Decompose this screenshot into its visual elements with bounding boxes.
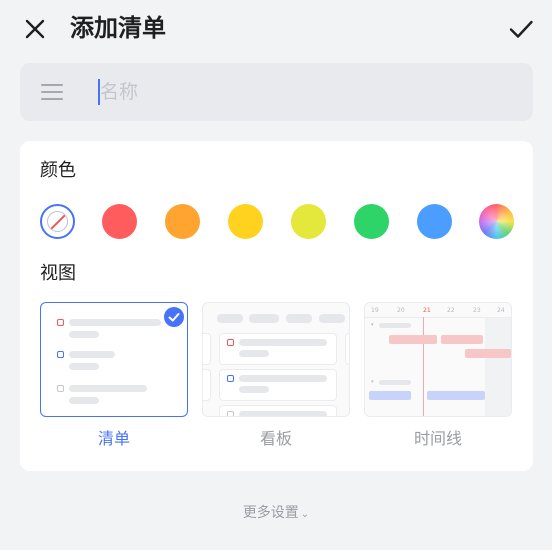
color-swatch-blue[interactable] [417, 204, 452, 239]
timeline-date: 19 [371, 307, 379, 314]
timeline-date-today: 21 [423, 307, 431, 314]
more-settings-label: 更多设置 [242, 505, 299, 521]
color-swatch-yellow[interactable] [228, 204, 263, 239]
view-option-kanban[interactable]: 看板 [202, 302, 352, 449]
timeline-date: 24 [497, 307, 505, 314]
name-field[interactable] [20, 63, 533, 121]
color-swatch-none[interactable] [40, 204, 75, 239]
color-swatch-lime[interactable] [291, 204, 326, 239]
selected-check-icon [164, 307, 184, 327]
timeline-date: 22 [447, 307, 455, 314]
color-section-label: 颜色 [40, 160, 76, 181]
more-settings-link[interactable]: 更多设置 ⌄ [0, 503, 552, 525]
list-view-preview [40, 302, 188, 417]
no-color-icon [47, 211, 68, 232]
timeline-date: 20 [397, 307, 405, 314]
name-input[interactable] [100, 75, 500, 109]
settings-card: 颜色 视图 清单 看板 19 20 21 22 23 24 ▾ ▾ 时间线 [20, 141, 533, 471]
color-swatch-row [40, 204, 520, 240]
view-label-list: 清单 [97, 429, 130, 448]
timeline-view-preview: 19 20 21 22 23 24 ▾ ▾ [364, 302, 512, 417]
header-bar: 添加清单 [0, 0, 552, 58]
view-option-list[interactable]: 清单 [40, 302, 190, 449]
view-label-timeline: 时间线 [413, 429, 462, 448]
color-swatch-green[interactable] [354, 204, 389, 239]
view-section-label: 视图 [40, 263, 76, 284]
kanban-view-preview [202, 302, 350, 417]
view-label-kanban: 看板 [259, 429, 292, 448]
view-option-timeline[interactable]: 19 20 21 22 23 24 ▾ ▾ 时间线 [364, 302, 514, 449]
checkmark-icon[interactable] [506, 14, 536, 44]
page-title: 添加清单 [70, 14, 166, 42]
color-swatch-custom[interactable] [479, 204, 514, 239]
close-icon[interactable] [22, 16, 48, 42]
chevron-down-icon: ⌄ [300, 509, 310, 520]
menu-lines-icon [41, 84, 63, 100]
color-swatch-red[interactable] [102, 204, 137, 239]
color-swatch-orange[interactable] [165, 204, 200, 239]
timeline-date: 23 [473, 307, 481, 314]
